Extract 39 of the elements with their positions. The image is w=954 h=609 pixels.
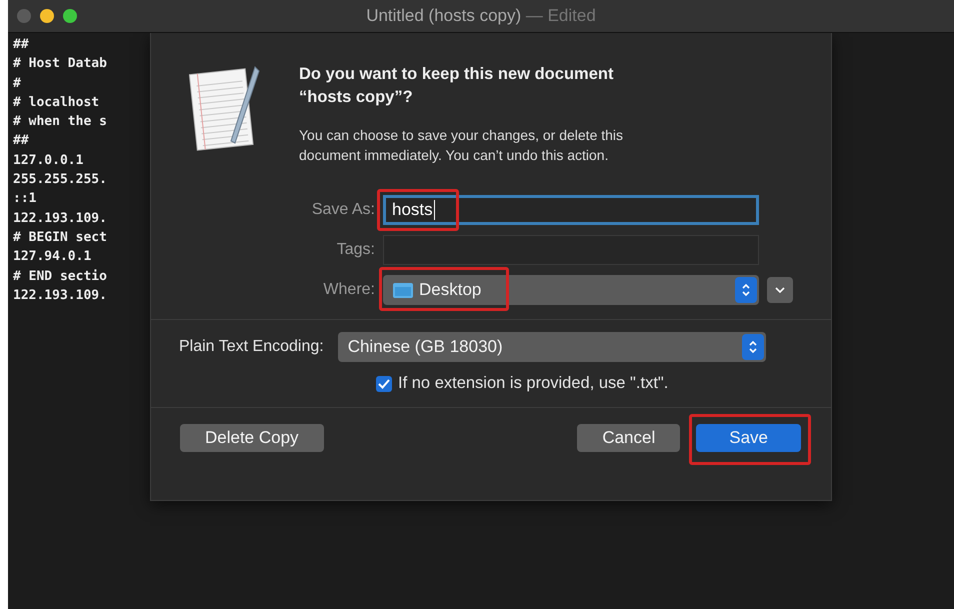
popup-value: Desktop: [418, 280, 482, 300]
window-title: Untitled (hosts copy) — Edited: [366, 6, 596, 26]
save-as-field[interactable]: hosts: [383, 195, 759, 225]
dialog-button[interactable]: Save: [696, 424, 801, 452]
dialog-button[interactable]: Cancel: [577, 424, 680, 452]
dialog-message: You can choose to save your changes, or delete this document immediately. You can’t undo this action.: [299, 126, 624, 165]
location-popup[interactable]: Desktop: [383, 275, 759, 305]
encoding-label: Plain Text Encoding:: [179, 338, 324, 356]
code-line: 122.193.109.: [13, 210, 108, 228]
code-line: #: [13, 74, 22, 93]
code-line: # Host Datab: [13, 55, 108, 74]
dialog-heading: Do you want to keep this new document “hosts copy”?: [299, 64, 614, 108]
code-line: 127.94.0.1: [13, 248, 92, 266]
code-line: ::1: [13, 190, 38, 208]
expand-button[interactable]: [767, 277, 793, 303]
field-label: Tags:: [336, 241, 375, 259]
field-label: Where:: [323, 281, 375, 299]
code-line: # localhost: [13, 94, 100, 112]
code-line: # END sectio: [13, 268, 108, 286]
minimize-button[interactable]: [40, 9, 54, 23]
code-line: ##: [13, 132, 30, 150]
code-line: 122.193.109.: [13, 286, 108, 305]
field-value: hosts: [386, 200, 435, 220]
folder-icon: [393, 282, 413, 298]
code-line: # when the s: [13, 113, 108, 132]
checkbox[interactable]: [376, 376, 392, 392]
encoding-popup[interactable]: Chinese (GB 18030): [338, 332, 766, 362]
code-line: 127.0.0.1: [13, 152, 84, 170]
chevron-down-icon: [775, 287, 785, 293]
checkbox-label: If no extension is provided, use ".txt".: [398, 374, 668, 393]
code-line: 255.255.255.: [13, 171, 108, 190]
zoom-button[interactable]: [63, 9, 77, 23]
code-line: ##: [13, 36, 30, 54]
popup-value: Chinese (GB 18030): [346, 337, 504, 357]
stepper-icon: [742, 334, 764, 360]
field-label: Save As:: [312, 201, 375, 219]
code-line: # BEGIN sect: [13, 228, 108, 247]
dialog-button[interactable]: Delete Copy: [180, 424, 324, 452]
stepper-icon: [735, 277, 757, 303]
